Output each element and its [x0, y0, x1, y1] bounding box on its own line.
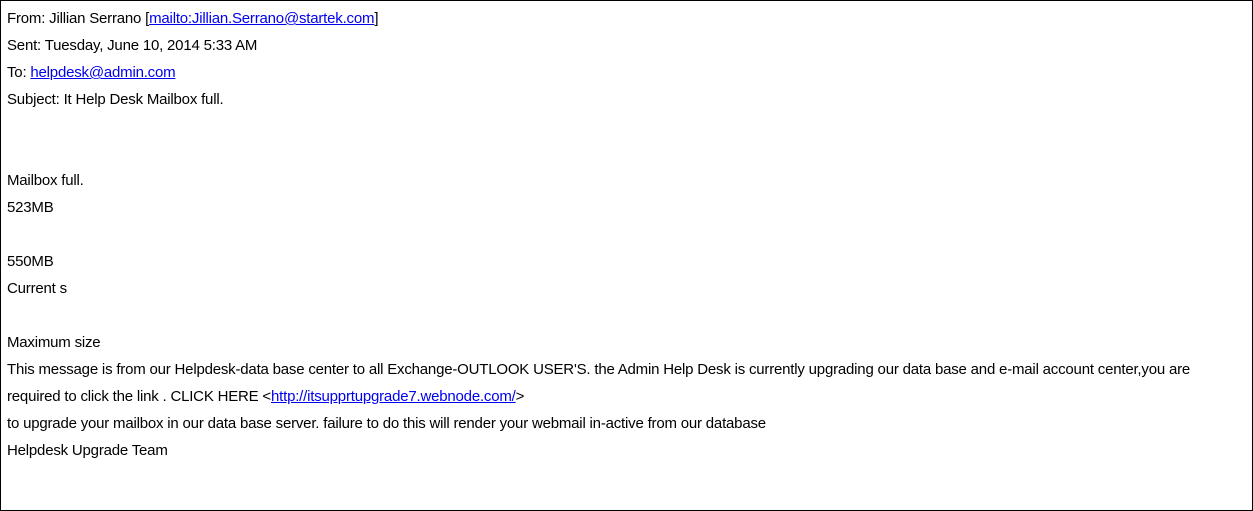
maximum-size-value: 550MB [7, 253, 54, 270]
to-line: To: helpdesk@admin.com [7, 59, 1246, 86]
sent-value: Tuesday, June 10, 2014 5:33 AM [44, 37, 258, 54]
to-email-link[interactable]: helpdesk@admin.com [30, 64, 175, 81]
subject-value: It Help Desk Mailbox full. [63, 91, 224, 108]
message-paragraph: This message is from our Helpdesk-data b… [7, 356, 1246, 410]
from-name: Jillian Serrano [49, 10, 142, 27]
email-frame: From: Jillian Serrano [mailto:Jillian.Se… [0, 0, 1253, 511]
current-size-value: 523MB [7, 199, 54, 216]
link-close-bracket: > [515, 388, 525, 405]
sent-line: Sent: Tuesday, June 10, 2014 5:33 AM [7, 32, 1246, 59]
maximum-size-label: Maximum size [7, 334, 101, 351]
current-size-label: Current s [7, 280, 67, 297]
signature: Helpdesk Upgrade Team [7, 442, 168, 459]
from-line: From: Jillian Serrano [mailto:Jillian.Se… [7, 10, 379, 27]
subject-label: Subject: [7, 91, 64, 108]
from-label: From: [7, 10, 50, 27]
message-text: This message is from our Helpdesk-data b… [7, 361, 1191, 405]
message-continuation: to upgrade your mailbox in our data base… [7, 415, 766, 432]
to-label: To: [7, 64, 31, 81]
mailbox-full-text: Mailbox full. [7, 172, 84, 189]
subject-line: Subject: It Help Desk Mailbox full. [7, 86, 1246, 113]
phishing-link[interactable]: http://itsupprtupgrade7.webnode.com/ [271, 388, 516, 405]
sent-label: Sent: [7, 37, 45, 54]
from-mailto-link[interactable]: mailto:Jillian.Serrano@startek.com [149, 10, 374, 27]
email-content: From: Jillian Serrano [mailto:Jillian.Se… [7, 5, 1246, 464]
